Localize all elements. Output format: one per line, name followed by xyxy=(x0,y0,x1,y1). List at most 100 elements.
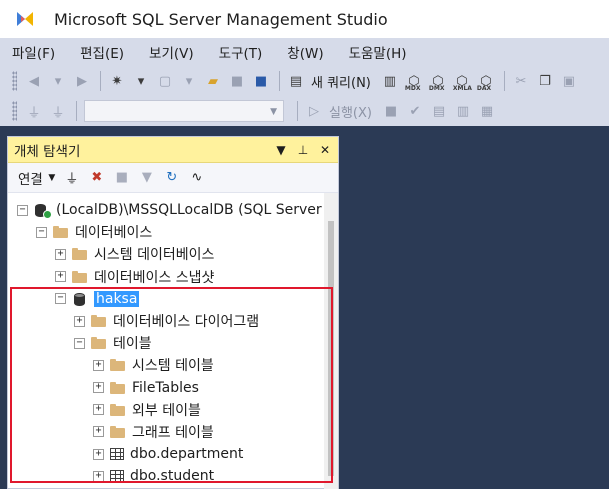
save-icon[interactable]: ■ xyxy=(228,72,246,90)
stop-icon[interactable]: ■ xyxy=(112,170,132,185)
dmx-query-icon[interactable]: ⬡ DMX xyxy=(428,72,447,93)
object-explorer-tree: − (LocalDB)\MSSQLLocalDB (SQL Server − 데… xyxy=(8,193,338,487)
ssms-logo-icon xyxy=(14,8,36,30)
add-item-icon[interactable]: ▢ xyxy=(156,72,174,90)
databases-label: 데이터베이스 xyxy=(75,225,153,242)
scrollbar-thumb[interactable] xyxy=(328,221,334,476)
menu-file[interactable]: 파일(F) xyxy=(12,42,55,62)
tree-node-system-databases[interactable]: + 시스템 데이터베이스 xyxy=(8,243,338,265)
collapse-icon[interactable]: − xyxy=(17,204,28,216)
dax-query-icon[interactable]: ⬡ DAX xyxy=(476,72,495,93)
dax-label: DAX xyxy=(476,85,492,92)
expand-icon[interactable]: + xyxy=(55,271,66,283)
graph-tables-label: 그래프 테이블 xyxy=(132,424,214,441)
connect-plug-icon[interactable]: ⏚ xyxy=(62,168,82,187)
chevron-down-icon: ▼ xyxy=(270,107,277,117)
toolbar-grip[interactable] xyxy=(12,101,17,121)
close-icon[interactable]: ✕ xyxy=(316,143,334,157)
menu-help[interactable]: 도움말(H) xyxy=(349,42,407,62)
file-tables-label: FileTables xyxy=(132,379,199,396)
xmla-query-icon[interactable]: ⬡ XMLA xyxy=(453,72,472,93)
expand-icon[interactable]: + xyxy=(74,315,85,327)
forward-icon[interactable]: ▶ xyxy=(73,72,91,90)
chevron-down-icon[interactable]: ▾ xyxy=(180,72,198,90)
query-options-icon[interactable]: ▦ xyxy=(478,102,496,120)
change-connection-icon[interactable]: ⏚ xyxy=(49,102,67,121)
open-file-icon[interactable]: ▰ xyxy=(204,72,222,90)
tree-node-table-department[interactable]: + dbo.department xyxy=(8,443,338,465)
paste-icon[interactable]: ▣ xyxy=(560,72,578,90)
object-explorer-toolbar: 연결 ▼ ⏚ ✖ ■ ▼ ↻ ∿ xyxy=(8,163,338,193)
expand-icon[interactable]: + xyxy=(93,426,104,438)
folder-icon xyxy=(91,314,107,328)
tree-node-db-diagrams[interactable]: + 데이터베이스 다이어그램 xyxy=(8,310,338,332)
tree-node-system-tables[interactable]: + 시스템 테이블 xyxy=(8,354,338,376)
pin-icon[interactable]: ⊥ xyxy=(294,143,312,157)
filter-icon[interactable]: ▼ xyxy=(137,170,157,185)
tree-node-tables[interactable]: − 테이블 xyxy=(8,332,338,354)
activity-monitor-icon[interactable]: ∿ xyxy=(187,170,207,185)
stop-icon[interactable]: ■ xyxy=(382,102,400,120)
mdx-query-icon[interactable]: ⬡ MDX xyxy=(405,72,423,93)
expand-icon[interactable]: + xyxy=(55,248,66,260)
copy-icon[interactable]: ❐ xyxy=(536,72,554,90)
table-student-label: dbo.student xyxy=(130,468,215,485)
parse-icon[interactable]: ✔ xyxy=(406,102,424,120)
menu-view[interactable]: 보기(V) xyxy=(149,42,194,62)
system-tables-label: 시스템 테이블 xyxy=(132,358,214,375)
collapse-icon[interactable]: − xyxy=(36,226,47,238)
expand-icon[interactable]: + xyxy=(93,382,104,394)
chevron-down-icon[interactable]: ▾ xyxy=(132,72,150,90)
toolbar-grip[interactable] xyxy=(12,71,17,91)
menu-tools[interactable]: 도구(T) xyxy=(219,42,263,62)
expand-icon[interactable]: + xyxy=(93,470,104,482)
expand-icon[interactable]: + xyxy=(93,448,104,460)
db-diagrams-label: 데이터베이스 다이어그램 xyxy=(113,314,260,331)
execute-button[interactable]: 실행(X) xyxy=(329,102,372,121)
tree-node-haksa[interactable]: − haksa xyxy=(8,288,338,310)
database-icon xyxy=(72,292,88,306)
connect-icon[interactable]: ⏚ xyxy=(25,102,43,121)
folder-icon xyxy=(72,247,88,261)
execute-icon[interactable]: ▷ xyxy=(305,102,323,120)
server-label: (LocalDB)\MSSQLLocalDB (SQL Server xyxy=(56,202,322,219)
new-query-button[interactable]: 새 쿼리(N) xyxy=(311,72,371,91)
cut-icon[interactable]: ✂ xyxy=(512,72,530,90)
chevron-down-icon[interactable]: ▾ xyxy=(49,72,67,90)
window-position-icon[interactable]: ▼ xyxy=(272,143,290,157)
tree-node-databases[interactable]: − 데이터베이스 xyxy=(8,221,338,243)
dmx-label: DMX xyxy=(428,85,445,92)
window-title: Microsoft SQL Server Management Studio xyxy=(54,9,388,29)
toolbar-separator xyxy=(279,71,280,91)
object-explorer-panel: 개체 탐색기 ▼ ⊥ ✕ 연결 ▼ ⏚ ✖ ■ ▼ ↻ ∿ − (LocalDB… xyxy=(7,136,339,489)
sql-editor-toolbar: ⏚ ⏚ ▼ ▷ 실행(X) ■ ✔ ▤ ▥ ▦ xyxy=(0,96,609,126)
new-project-icon[interactable]: ✷ xyxy=(108,72,126,90)
menu-window[interactable]: 창(W) xyxy=(287,42,323,62)
toolbar-separator xyxy=(297,101,298,121)
system-databases-label: 시스템 데이터베이스 xyxy=(94,247,215,264)
connect-button[interactable]: 연결 xyxy=(18,168,43,188)
chevron-down-icon[interactable]: ▼ xyxy=(47,173,57,183)
debug-icon[interactable]: ▤ xyxy=(430,102,448,120)
collapse-icon[interactable]: − xyxy=(55,293,66,305)
tree-node-file-tables[interactable]: + FileTables xyxy=(8,377,338,399)
collapse-icon[interactable]: − xyxy=(74,337,85,349)
expand-icon[interactable]: + xyxy=(93,359,104,371)
database-engine-query-icon[interactable]: ▥ xyxy=(381,72,399,90)
tree-node-graph-tables[interactable]: + 그래프 테이블 xyxy=(8,421,338,443)
refresh-icon[interactable]: ↻ xyxy=(162,170,182,185)
back-icon[interactable]: ◀ xyxy=(25,72,43,90)
tree-node-server[interactable]: − (LocalDB)\MSSQLLocalDB (SQL Server xyxy=(8,199,338,221)
expand-icon[interactable]: + xyxy=(93,404,104,416)
tree-node-db-snapshots[interactable]: + 데이터베이스 스냅샷 xyxy=(8,266,338,288)
disconnect-icon[interactable]: ✖ xyxy=(87,170,107,185)
menu-edit[interactable]: 편집(E) xyxy=(80,42,124,62)
save-all-icon[interactable]: ■ xyxy=(252,72,270,90)
estimated-plan-icon[interactable]: ▥ xyxy=(454,102,472,120)
available-databases-select[interactable]: ▼ xyxy=(84,100,284,122)
tree-node-table-student[interactable]: + dbo.student xyxy=(8,465,338,487)
new-query-icon[interactable]: ▤ xyxy=(287,72,305,90)
tree-node-external-tables[interactable]: + 외부 테이블 xyxy=(8,399,338,421)
vertical-scrollbar[interactable] xyxy=(324,193,338,489)
db-snapshots-label: 데이터베이스 스냅샷 xyxy=(94,269,215,286)
